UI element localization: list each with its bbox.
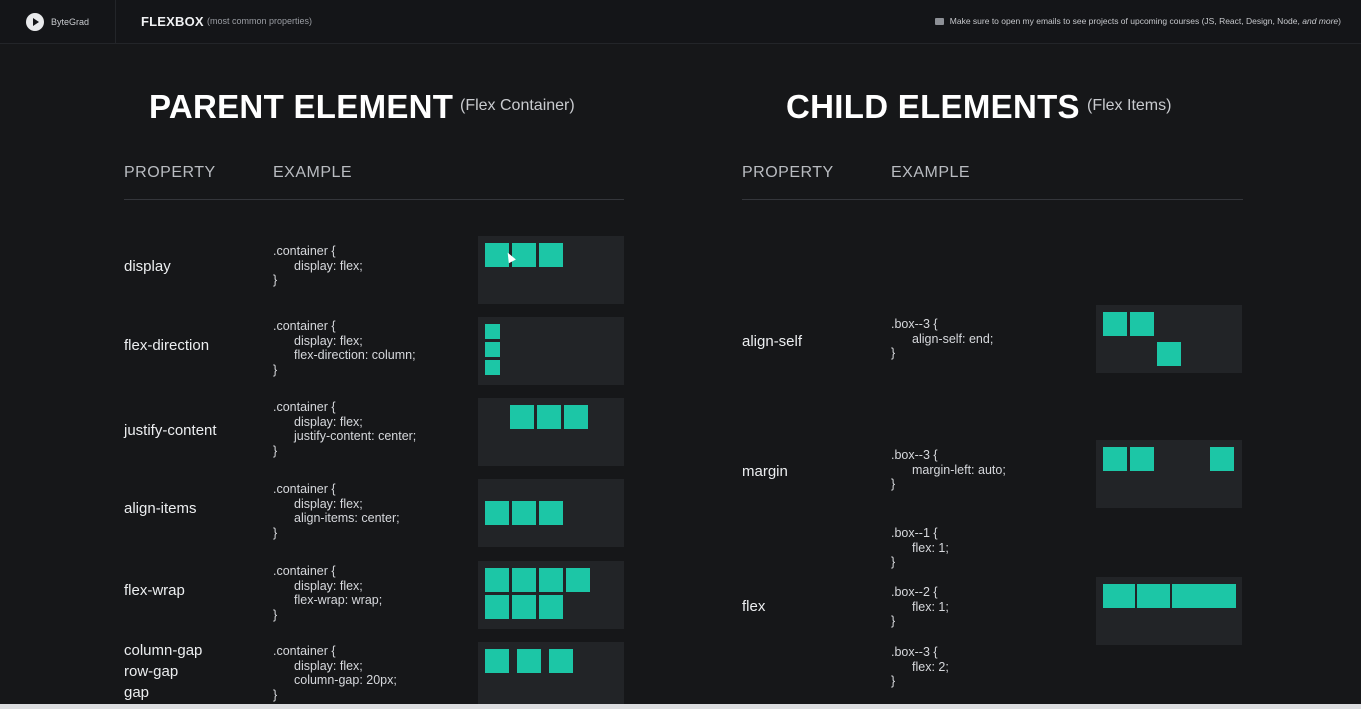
demo-box	[564, 405, 588, 429]
code-flex-box3: .box--3 {flex: 2;}	[891, 645, 949, 688]
code-gap: .container {display: flex; column-gap: 20…	[273, 644, 397, 702]
demo-box	[539, 568, 563, 592]
demo-box	[566, 568, 590, 592]
code-flex-direction: .container {display: flex; flex-direction…	[273, 319, 416, 377]
demo-box	[485, 501, 509, 525]
demo-box	[485, 568, 509, 592]
demo-box	[485, 649, 509, 673]
property-flex: flex	[742, 598, 766, 615]
demo-align-items	[478, 479, 624, 547]
code-flex-box2: .box--2 {flex: 1;}	[891, 585, 949, 628]
parent-divider	[124, 199, 624, 200]
demo-margin	[1096, 440, 1242, 508]
demo-box	[549, 649, 573, 673]
property-flex-wrap: flex-wrap	[124, 582, 185, 599]
property-margin: margin	[742, 463, 788, 480]
demo-box	[512, 501, 536, 525]
property-justify-content: justify-content	[124, 422, 217, 439]
code-flex-wrap: .container {display: flex; flex-wrap: wra…	[273, 564, 383, 622]
demo-box	[485, 342, 500, 357]
parent-col-property: PROPERTY	[124, 164, 216, 181]
top-bar: ByteGrad FLEXBOX (most common properties…	[0, 0, 1361, 44]
demo-box	[1130, 447, 1154, 471]
demo-display	[478, 236, 624, 304]
demo-align-self	[1096, 305, 1242, 373]
demo-box	[1103, 447, 1127, 471]
demo-box	[537, 405, 561, 429]
property-flex-direction: flex-direction	[124, 337, 210, 354]
property-display: display	[124, 258, 171, 275]
property-align-self: align-self	[742, 333, 803, 350]
property-align-items: align-items	[124, 500, 197, 517]
play-icon	[26, 13, 44, 31]
parent-heading: PARENT ELEMENT	[149, 88, 454, 125]
demo-box	[512, 568, 536, 592]
parent-subheading: (Flex Container)	[460, 97, 575, 114]
mail-icon	[934, 17, 944, 25]
demo-justify-content	[478, 398, 624, 466]
code-display: .container {display: flex;}	[273, 244, 363, 287]
demo-flex-direction	[478, 317, 624, 385]
child-divider	[742, 199, 1243, 200]
brand-name: ByteGrad	[51, 17, 90, 27]
demo-flex-wrap	[478, 561, 624, 629]
demo-box	[485, 595, 509, 619]
notice-text: Make sure to open my emails to see proje…	[949, 16, 1341, 26]
demo-box	[1103, 584, 1135, 608]
demo-box	[512, 595, 536, 619]
child-col-example: EXAMPLE	[891, 164, 971, 181]
demo-gap	[478, 642, 624, 709]
code-justify-content: .container {display: flex; justify-conten…	[273, 400, 417, 458]
demo-box	[1130, 312, 1154, 336]
demo-box	[1172, 584, 1236, 608]
code-align-items: .container {display: flex; align-items: c…	[273, 482, 400, 540]
demo-box	[539, 243, 563, 267]
property-gap: column-gap row-gap gap	[124, 642, 203, 701]
demo-box	[1157, 342, 1181, 366]
page-title: FLEXBOX	[141, 14, 204, 29]
child-subheading: (Flex Items)	[1087, 97, 1172, 114]
code-margin: .box--3 {margin-left: auto;}	[891, 448, 1006, 491]
code-flex-box1: .box--1 {flex: 1;}	[891, 526, 949, 569]
email-notice[interactable]: Make sure to open my emails to see proje…	[934, 16, 1341, 26]
demo-box	[539, 595, 563, 619]
brand-logo[interactable]: ByteGrad	[0, 0, 116, 44]
bottom-edge	[0, 704, 1361, 709]
demo-box	[517, 649, 541, 673]
code-align-self: .box--3 {align-self: end;}	[891, 317, 994, 360]
page-subtitle: (most common properties)	[207, 16, 313, 26]
demo-box	[1210, 447, 1234, 471]
demo-box	[485, 324, 500, 339]
child-heading: CHILD ELEMENTS	[786, 88, 1080, 125]
demo-flex	[1096, 577, 1242, 645]
demo-box	[539, 501, 563, 525]
demo-box	[510, 405, 534, 429]
demo-box	[512, 243, 536, 267]
demo-box	[485, 360, 500, 375]
parent-col-example: EXAMPLE	[273, 164, 353, 181]
child-col-property: PROPERTY	[742, 164, 834, 181]
demo-box	[1103, 312, 1127, 336]
demo-box	[1137, 584, 1170, 608]
